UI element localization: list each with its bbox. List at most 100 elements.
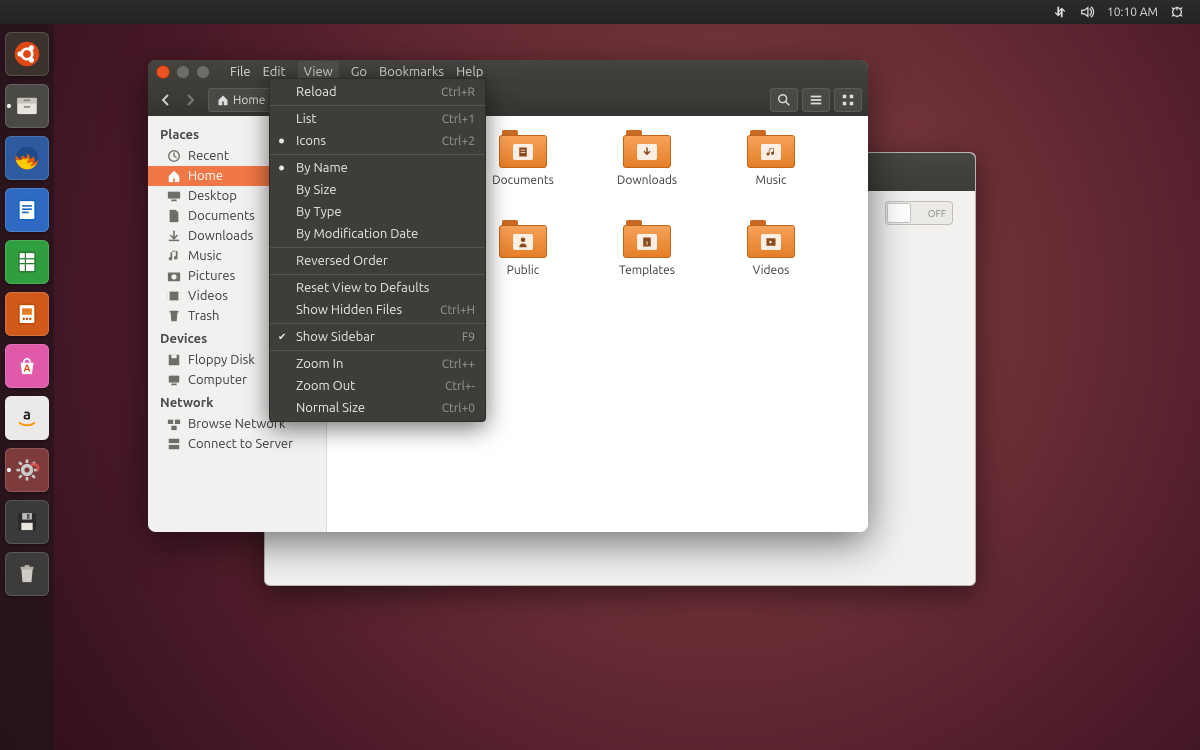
- menu-separator: [270, 154, 485, 155]
- menu-item-show-hidden-files[interactable]: Show Hidden Files Ctrl+H: [270, 299, 485, 321]
- menu-item-accel: Ctrl+2: [442, 135, 475, 148]
- menu-separator: [270, 105, 485, 106]
- menu-item-by-type[interactable]: By Type: [270, 201, 485, 223]
- location-label: Home: [233, 94, 265, 107]
- folder-label: Music: [756, 174, 787, 187]
- launcher-amazon[interactable]: a: [5, 396, 49, 440]
- folder-label: Public: [507, 264, 540, 277]
- launcher-dash[interactable]: [5, 32, 49, 76]
- sidebar-item-connect-to-server[interactable]: Connect to Server: [148, 434, 326, 454]
- menu-item-label: Icons: [296, 134, 326, 148]
- launcher-settings[interactable]: [5, 448, 49, 492]
- menu-item-icons[interactable]: Icons Ctrl+2: [270, 130, 485, 152]
- menu-edit[interactable]: Edit: [263, 65, 286, 79]
- launcher-software[interactable]: A: [5, 344, 49, 388]
- nav-forward-button[interactable]: [179, 89, 201, 111]
- folder-label: Downloads: [617, 174, 677, 187]
- menu-item-accel: Ctrl++: [442, 358, 475, 371]
- home-icon: [166, 168, 182, 184]
- menu-item-label: Reload: [296, 85, 337, 99]
- top-panel: 10:10 AM: [0, 0, 1200, 24]
- minimize-button[interactable]: [176, 65, 190, 79]
- menu-item-by-name[interactable]: By Name: [270, 157, 485, 179]
- menu-item-by-size[interactable]: By Size: [270, 179, 485, 201]
- menu-item-normal-size[interactable]: Normal SizeCtrl+0: [270, 397, 485, 419]
- menu-bookmarks[interactable]: Bookmarks: [379, 65, 444, 79]
- floppy-icon: [166, 352, 182, 368]
- computer-icon: [166, 372, 182, 388]
- network-icon: [166, 416, 182, 432]
- menu-item-reset-view-to-defaults[interactable]: Reset View to Defaults: [270, 277, 485, 299]
- close-button[interactable]: [156, 65, 170, 79]
- menu-item-accel: Ctrl+H: [440, 304, 475, 317]
- trash-icon: [166, 308, 182, 324]
- folder-label: Videos: [753, 264, 790, 277]
- menu-item-accel: F9: [462, 331, 475, 344]
- folder-templates[interactable]: a Templates: [585, 220, 709, 306]
- menu-separator: [270, 247, 485, 248]
- sidebar-item-label: Downloads: [188, 229, 253, 243]
- sidebar-item-label: Videos: [188, 289, 228, 303]
- menu-item-accel: Ctrl+0: [442, 402, 475, 415]
- desktop-icon: [166, 188, 182, 204]
- settings-toggle[interactable]: OFF: [885, 201, 953, 225]
- menu-item-accel: Ctrl+-: [445, 380, 475, 393]
- folder-label: Templates: [619, 264, 675, 277]
- launcher-writer[interactable]: [5, 188, 49, 232]
- network-indicator[interactable]: [1053, 5, 1067, 19]
- search-button[interactable]: [770, 88, 798, 112]
- menu-item-reversed-order[interactable]: Reversed Order: [270, 250, 485, 272]
- sidebar-item-label: Computer: [188, 373, 247, 387]
- menu-help[interactable]: Help: [456, 65, 483, 79]
- menu-item-label: By Size: [296, 183, 337, 197]
- fm-toolbar: Home: [148, 84, 868, 116]
- maximize-button[interactable]: [196, 65, 210, 79]
- sidebar-item-label: Desktop: [188, 189, 237, 203]
- menu-item-zoom-out[interactable]: Zoom OutCtrl+-: [270, 375, 485, 397]
- sidebar-item-label: Pictures: [188, 269, 235, 283]
- view-grid-button[interactable]: [834, 88, 862, 112]
- menu-item-zoom-in[interactable]: Zoom InCtrl++: [270, 353, 485, 375]
- video-icon: [166, 288, 182, 304]
- launcher-trash[interactable]: [5, 552, 49, 596]
- menu-item-reload[interactable]: ReloadCtrl+R: [270, 81, 485, 103]
- launcher-firefox[interactable]: [5, 136, 49, 180]
- launcher-save[interactable]: [5, 500, 49, 544]
- menu-item-by-modification-date[interactable]: By Modification Date: [270, 223, 485, 245]
- sidebar-item-label: Recent: [188, 149, 229, 163]
- music-icon: [166, 248, 182, 264]
- fm-titlebar[interactable]: FileEditViewGoBookmarksHelp: [148, 60, 868, 84]
- menu-go[interactable]: Go: [351, 65, 367, 79]
- folder-downloads[interactable]: Downloads: [585, 130, 709, 216]
- menu-item-label: Show Hidden Files: [296, 303, 402, 317]
- server-icon: [166, 436, 182, 452]
- launcher-impress[interactable]: [5, 292, 49, 336]
- nav-back-button[interactable]: [155, 89, 177, 111]
- sidebar-item-label: Floppy Disk: [188, 353, 255, 367]
- radio-icon: [279, 139, 284, 144]
- folder-videos[interactable]: Videos: [709, 220, 833, 306]
- menu-file[interactable]: File: [230, 65, 251, 79]
- view-list-button[interactable]: [802, 88, 830, 112]
- clock-icon: [166, 148, 182, 164]
- session-indicator[interactable]: [1170, 5, 1184, 19]
- menu-item-label: Show Sidebar: [296, 330, 375, 344]
- menu-item-show-sidebar[interactable]: ✔Show SidebarF9: [270, 326, 485, 348]
- clock[interactable]: 10:10 AM: [1107, 6, 1158, 19]
- sidebar-item-label: Connect to Server: [188, 437, 293, 451]
- launcher-calc[interactable]: [5, 240, 49, 284]
- sidebar-item-label: Home: [188, 169, 223, 183]
- launcher-files[interactable]: [5, 84, 49, 128]
- fm-menubar: FileEditViewGoBookmarksHelp: [224, 65, 489, 79]
- toggle-label: OFF: [928, 208, 946, 219]
- folder-label: Documents: [492, 174, 554, 187]
- menu-item-list[interactable]: ListCtrl+1: [270, 108, 485, 130]
- sound-indicator[interactable]: [1079, 5, 1095, 19]
- location-bar[interactable]: Home: [208, 88, 274, 112]
- folder-music[interactable]: Music: [709, 130, 833, 216]
- menu-item-label: Reset View to Defaults: [296, 281, 429, 295]
- sidebar-item-label: Documents: [188, 209, 255, 223]
- svg-text:a: a: [646, 239, 649, 245]
- menu-separator: [270, 323, 485, 324]
- menu-item-accel: Ctrl+1: [442, 113, 475, 126]
